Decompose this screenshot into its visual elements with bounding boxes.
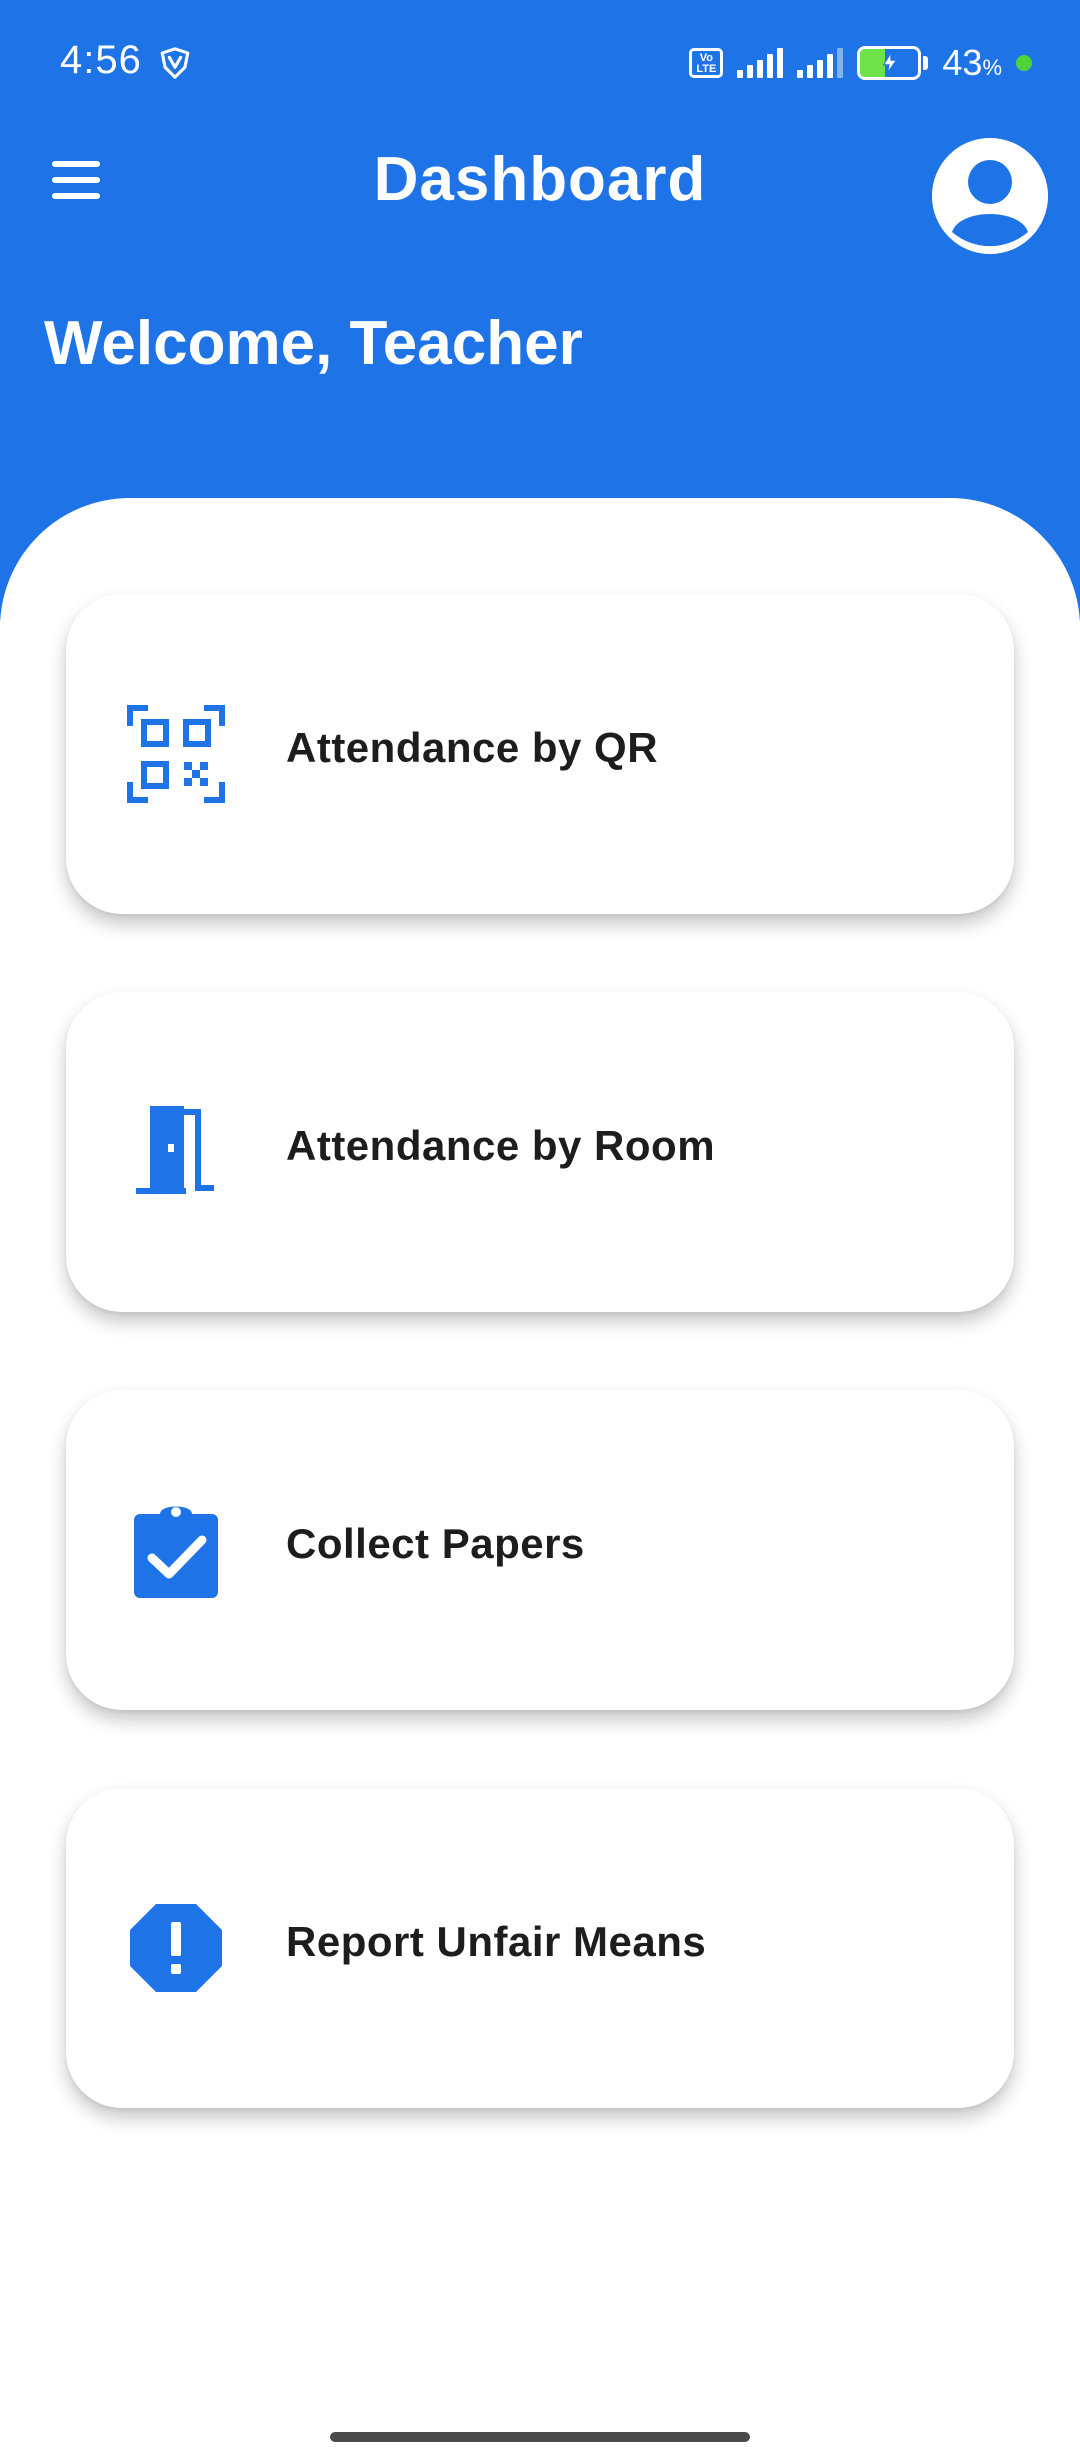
signal-strength-icon-1 — [737, 48, 784, 78]
page-title: Dashboard — [373, 145, 707, 214]
charging-bolt-icon — [882, 52, 898, 74]
vpn-shield-icon — [160, 47, 190, 79]
qr-code-scanner-icon — [127, 705, 225, 803]
app-bar: Dashboard — [0, 130, 1080, 254]
clipboard-check-icon — [134, 1506, 218, 1598]
status-bar: 4:56 Vo LTE 43% — [0, 0, 1080, 130]
card-label: Collect Papers — [286, 1520, 585, 1567]
status-time: 4:56 — [60, 38, 142, 82]
report-octagon-icon — [130, 1904, 222, 1992]
privacy-indicator-dot — [1016, 55, 1032, 71]
card-label: Report Unfair Means — [286, 1918, 707, 1965]
card-label: Attendance by QR — [286, 724, 659, 771]
card-label: Attendance by Room — [286, 1122, 716, 1169]
report-unfair-means-card[interactable]: Report Unfair Means — [66, 1788, 1014, 2108]
door-icon — [136, 1106, 214, 1194]
battery-percent: 43% — [942, 42, 1002, 83]
battery-icon — [857, 46, 929, 80]
dashboard-screen: 4:56 Vo LTE 43% Dashboard Welcome, Teach… — [0, 0, 1080, 2460]
attendance-by-room-card[interactable]: Attendance by Room — [66, 992, 1014, 1312]
attendance-by-qr-card[interactable]: Attendance by QR — [66, 594, 1014, 914]
account-circle-icon[interactable] — [932, 138, 1048, 254]
status-icons: Vo LTE 43% — [689, 40, 1032, 86]
collect-papers-card[interactable]: Collect Papers — [66, 1390, 1014, 1710]
welcome-text: Welcome, Teacher — [44, 309, 583, 378]
volte-icon: Vo LTE — [689, 48, 724, 78]
signal-strength-icon-2 — [797, 48, 844, 78]
home-indicator[interactable] — [330, 2432, 750, 2442]
